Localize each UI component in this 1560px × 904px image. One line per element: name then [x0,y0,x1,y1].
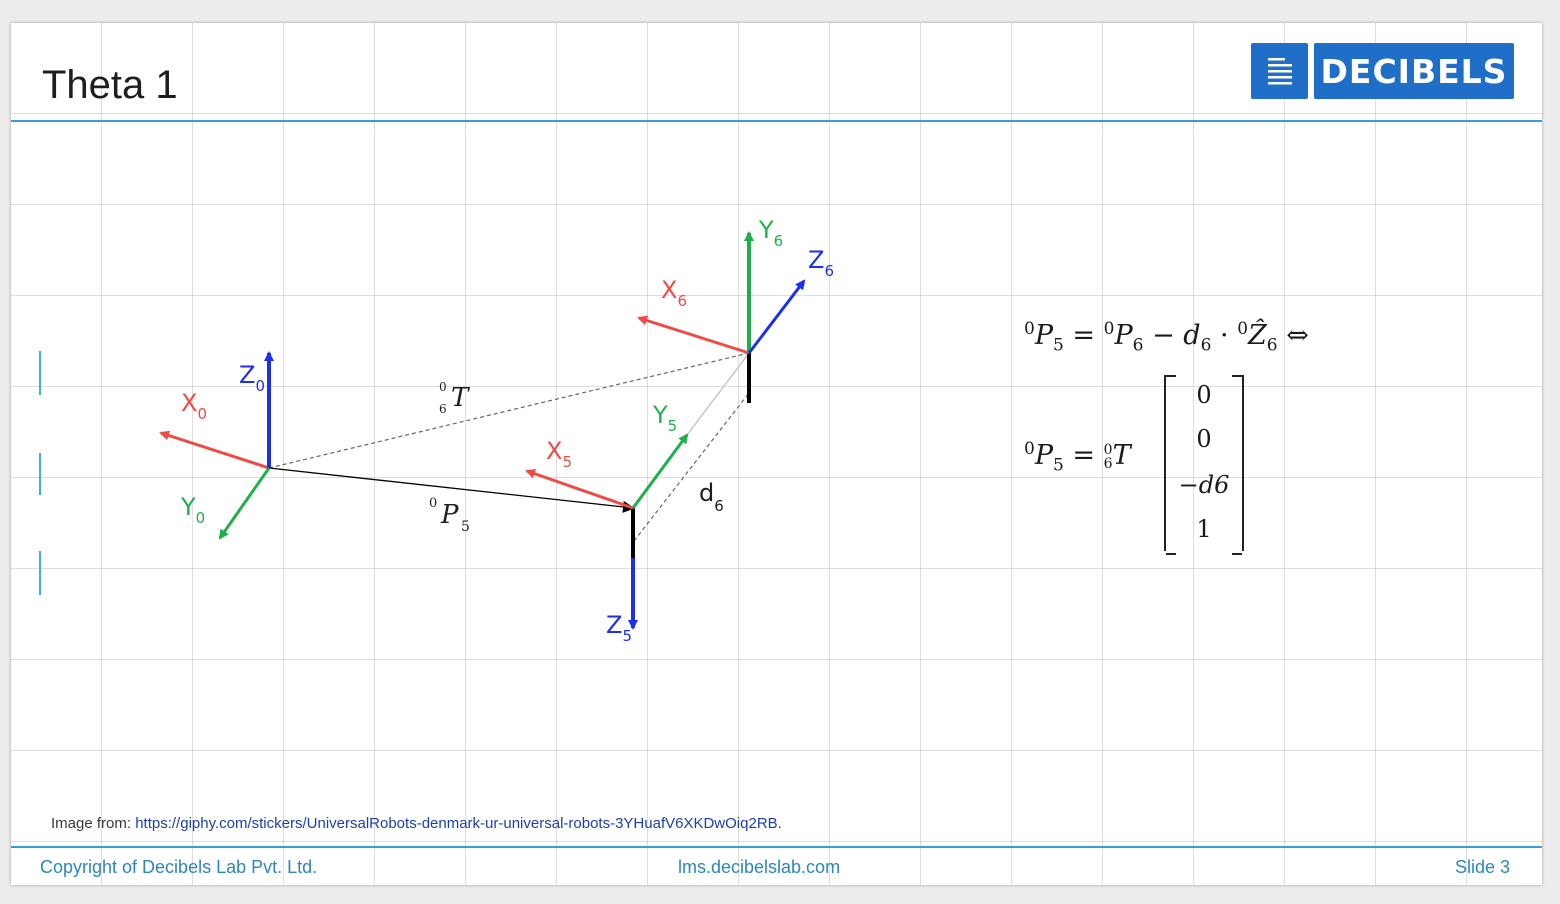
frame0-x-axis [159,430,270,470]
link-d6-dashed [633,392,750,542]
frame6-x-label: X6 [661,276,687,310]
t-sup: 0 [439,380,447,394]
frame5-x-label: X5 [546,437,572,471]
frame0-y-axis [218,467,271,540]
d6-label: d6 [699,479,724,515]
credit-link[interactable]: https://giphy.com/stickers/UniversalRobo… [135,815,777,832]
footer-divider [11,846,1542,848]
p-sub: 5 [461,519,470,535]
matrix-cell: 0 [1196,381,1212,409]
p-sup: 0 [429,496,437,511]
position-matrix: 0 0 −d6 1 [1164,375,1244,555]
footer-website[interactable]: lms.decibelslab.com [678,857,840,878]
frame6-z-label: Z6 [808,246,834,280]
t-sub: 6 [439,402,447,416]
frame5-z-label: Z5 [606,611,632,645]
equation-line-1: 0P5 = 0P6 − d6 · 0Ẑ6 ⇔ [1024,319,1309,356]
slide: Theta 1 DECIBELS X0 Y0 Z0 X5 Y5 Z5 X6 Y6… [11,23,1542,885]
robot-frames-diagram: X0 Y0 Z0 X5 Y5 Z5 X6 Y6 Z6 d6 0 6 T 0 P … [159,216,834,645]
footer-copyright: Copyright of Decibels Lab Pvt. Ltd. [40,857,318,877]
frame6-x-axis [637,315,750,355]
frame6-y-label: Y6 [758,216,783,250]
equation-line-2: 0P5 = 06 T [1024,439,1131,476]
matrix-cell: −d6 [1178,471,1230,499]
frame5-y-label: Y5 [652,401,677,435]
frame5-y-axis [631,433,689,509]
p-label: P [440,500,459,530]
frame0-x-label: X0 [181,389,207,423]
image-credit: Image from: https://giphy.com/stickers/U… [51,815,782,832]
frame6-z-axis [747,279,806,354]
t-label: T [451,383,470,413]
footer-slide-number: Slide 3 [1454,857,1510,877]
frame0-z-label: Z0 [239,361,265,395]
matrix-cell: 1 [1196,515,1212,543]
matrix-cell: 0 [1196,425,1212,453]
frame0-y-label: Y0 [180,493,205,527]
